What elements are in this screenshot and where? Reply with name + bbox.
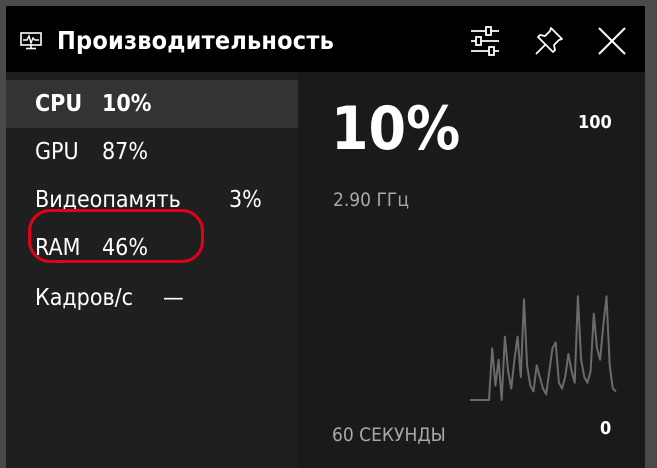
metric-value: —	[163, 285, 184, 311]
graph-y-min-label: 0	[600, 418, 612, 439]
metric-cpu[interactable]: CPU 10%	[6, 80, 298, 128]
metric-value: 3%	[229, 187, 262, 213]
settings-button[interactable]	[468, 24, 502, 58]
usage-graph-line	[470, 295, 617, 401]
pin-button[interactable]	[532, 24, 566, 58]
close-button[interactable]	[595, 24, 629, 58]
metric-label: Кадров/с	[35, 285, 134, 311]
metric-video-memory[interactable]: Видеопамять 3%	[6, 176, 298, 224]
metric-fps[interactable]: Кадров/с —	[6, 274, 298, 322]
metric-ram[interactable]: RAM 46%	[6, 224, 298, 272]
window-frame: Производительность CPU 10% GPU 87% Видео…	[0, 0, 657, 468]
graph-y-max-label: 100	[578, 112, 612, 133]
settings-sliders-icon	[471, 26, 499, 56]
widget-title: Производительность	[57, 26, 335, 55]
performance-widget: Производительность CPU 10% GPU 87% Видео…	[6, 6, 645, 468]
metric-value: 87%	[102, 139, 148, 165]
metric-label: GPU	[35, 139, 79, 165]
metric-gpu[interactable]: GPU 87%	[6, 128, 298, 176]
metric-label: RAM	[35, 235, 81, 261]
metric-label: CPU	[35, 91, 83, 117]
current-usage-value: 10%	[331, 94, 461, 164]
cpu-frequency: 2.90 ГГц	[333, 189, 409, 211]
metric-value: 10%	[102, 91, 152, 117]
graph-x-label: 60 СЕКУНДЫ	[332, 424, 446, 446]
metric-label: Видеопамять	[35, 187, 181, 213]
performance-monitor-icon	[20, 32, 42, 50]
metric-value: 46%	[102, 235, 148, 261]
pin-icon	[535, 27, 563, 55]
metrics-sidebar: CPU 10% GPU 87% Видеопамять 3% RAM 46% К…	[6, 72, 298, 468]
close-icon	[598, 27, 626, 55]
title-bar[interactable]: Производительность	[6, 6, 645, 72]
metric-detail-panel: 10% 2.90 ГГц 100 0 60 СЕКУНДЫ	[298, 72, 645, 468]
